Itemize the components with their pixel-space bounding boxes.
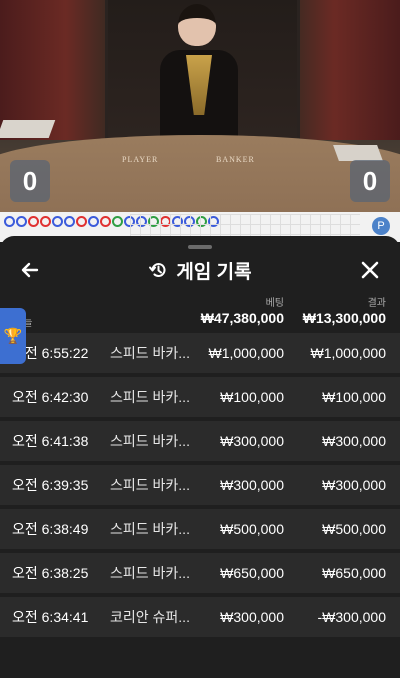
close-button[interactable] bbox=[356, 256, 384, 284]
dealer-head bbox=[178, 4, 216, 46]
row-game-name: 스피드 바카... bbox=[110, 389, 190, 405]
total-bet-value: ₩47,380,000 bbox=[200, 310, 284, 326]
history-row[interactable]: 오전 6:41:38 스피드 바카... ₩300,000 ₩300,000 bbox=[0, 421, 400, 461]
row-result-amount: ₩100,000 bbox=[322, 389, 386, 405]
trophy-icon: 🏆 bbox=[3, 328, 23, 345]
decor-wall-left bbox=[0, 0, 110, 140]
history-row[interactable]: 오전 6:38:49 스피드 바카... ₩500,000 ₩500,000 bbox=[0, 509, 400, 549]
panel-header: 게임 기록 bbox=[0, 256, 400, 284]
row-game-name: 스피드 바카... bbox=[110, 345, 190, 361]
row-result-amount: ₩300,000 bbox=[322, 477, 386, 493]
bead-blue bbox=[64, 216, 75, 227]
history-row[interactable]: 오전 6:39:35 스피드 바카... ₩300,000 ₩300,000 bbox=[0, 465, 400, 505]
player-score: 0 bbox=[10, 160, 50, 202]
bead-blue bbox=[88, 216, 99, 227]
row-time: 오전 6:38:25 bbox=[12, 565, 89, 581]
row-result-amount: ₩300,000 bbox=[322, 433, 386, 449]
banker-score: 0 bbox=[350, 160, 390, 202]
bead-green bbox=[112, 216, 123, 227]
row-bet-amount: ₩1,000,000 bbox=[208, 345, 285, 361]
bead-blue bbox=[52, 216, 63, 227]
row-result-amount: -₩300,000 bbox=[317, 609, 386, 625]
row-bet-amount: ₩300,000 bbox=[220, 433, 284, 449]
decor-wall-right bbox=[290, 0, 400, 140]
live-video-feed: PLAYER BANKER 0 0 bbox=[0, 0, 400, 212]
row-game-name: 스피드 바카... bbox=[110, 477, 190, 493]
bead-red bbox=[76, 216, 87, 227]
row-bet-amount: ₩500,000 bbox=[220, 521, 284, 537]
bead-red bbox=[100, 216, 111, 227]
close-icon bbox=[361, 261, 379, 279]
row-bet-amount: ₩300,000 bbox=[220, 609, 284, 625]
history-icon bbox=[149, 263, 166, 277]
drag-handle[interactable] bbox=[188, 245, 212, 249]
page-title: 게임 기록 bbox=[176, 261, 252, 283]
row-game-name: 스피드 바카... bbox=[110, 565, 190, 581]
row-time: 오전 6:39:35 bbox=[12, 477, 89, 493]
table-player-label: PLAYER bbox=[122, 155, 159, 164]
row-time: 오전 6:38:49 bbox=[12, 521, 89, 537]
row-game-name: 스피드 바카... bbox=[110, 521, 190, 537]
bet-column-header: 베팅 bbox=[265, 298, 284, 309]
row-game-name: 코리안 슈퍼... bbox=[110, 609, 190, 625]
row-result-amount: ₩650,000 bbox=[322, 565, 386, 581]
row-time: 오전 6:42:30 bbox=[12, 389, 89, 405]
row-time: 오전 6:34:41 bbox=[12, 609, 89, 625]
history-row[interactable]: 오전 6:38:25 스피드 바카... ₩650,000 ₩650,000 bbox=[0, 553, 400, 593]
bead-blue bbox=[4, 216, 15, 227]
player-predict-badge[interactable]: P bbox=[372, 217, 390, 235]
history-row[interactable]: 오전 6:42:30 스피드 바카... ₩100,000 ₩100,000 bbox=[0, 377, 400, 417]
row-time: 오전 6:41:38 bbox=[12, 433, 89, 449]
game-history-panel: 게임 기록 베팅 결과 오늘 ₩47,380,000 ₩13,300,000 오… bbox=[0, 236, 400, 678]
leaderboard-tab[interactable]: 🏆 bbox=[0, 308, 26, 364]
row-bet-amount: ₩100,000 bbox=[220, 389, 284, 405]
row-game-name: 스피드 바카... bbox=[110, 433, 190, 449]
card-shoe-right bbox=[333, 145, 383, 161]
history-list: 오전 6:55:22 스피드 바카... ₩1,000,000 ₩1,000,000 오… bbox=[0, 333, 400, 641]
total-result-value: ₩13,300,000 bbox=[302, 310, 386, 326]
history-row[interactable]: 오전 6:34:41 코리안 슈퍼... ₩300,000 -₩300,000 bbox=[0, 597, 400, 637]
row-result-amount: ₩500,000 bbox=[322, 521, 386, 537]
history-row[interactable]: 오전 6:55:22 스피드 바카... ₩1,000,000 ₩1,000,000 bbox=[0, 333, 400, 373]
bead-red bbox=[28, 216, 39, 227]
row-bet-amount: ₩300,000 bbox=[220, 477, 284, 493]
bead-blue bbox=[16, 216, 27, 227]
table-banker-label: BANKER bbox=[216, 155, 255, 164]
bead-red bbox=[40, 216, 51, 227]
card-shoe-left bbox=[0, 120, 56, 138]
result-column-header: 결과 bbox=[367, 298, 386, 309]
row-result-amount: ₩1,000,000 bbox=[310, 345, 387, 361]
row-bet-amount: ₩650,000 bbox=[220, 565, 284, 581]
